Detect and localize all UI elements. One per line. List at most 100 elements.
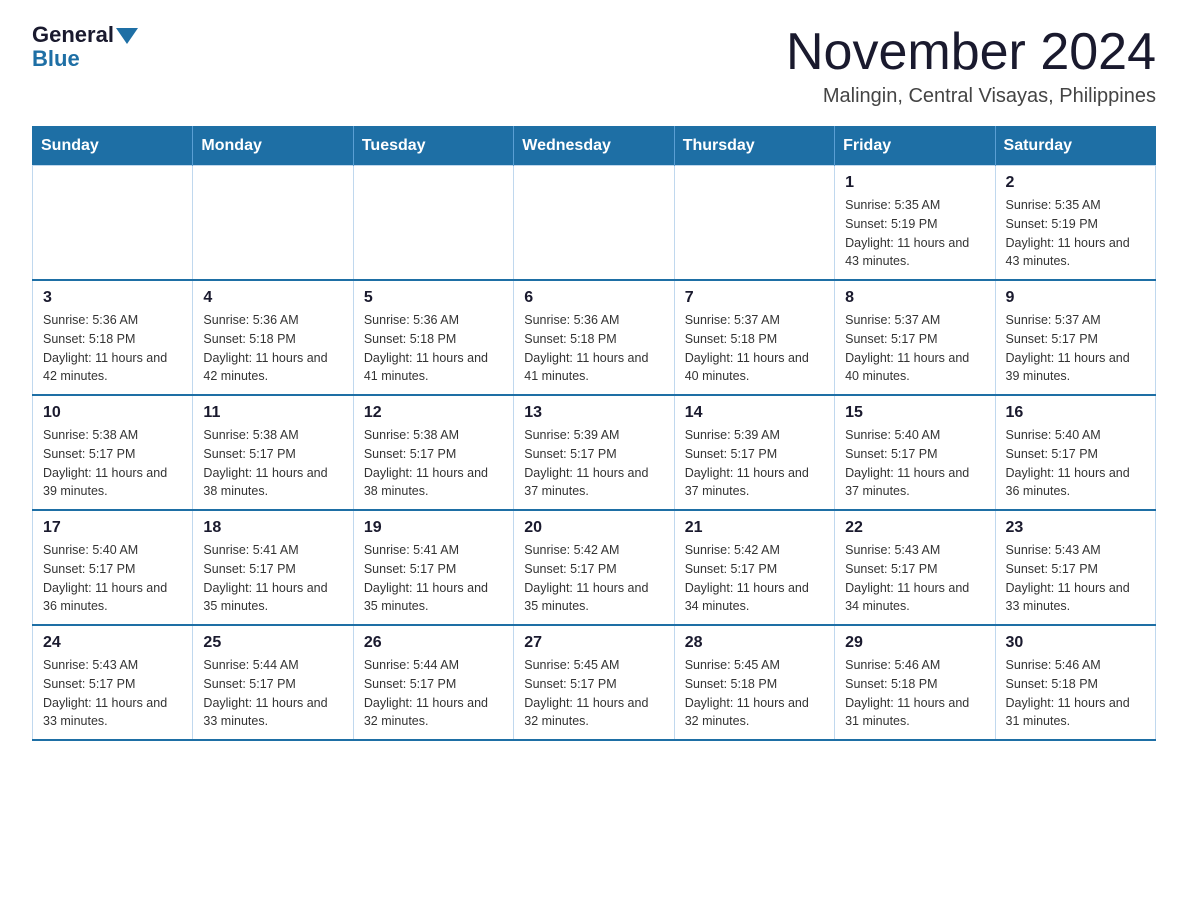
- calendar-cell: 4 Sunrise: 5:36 AMSunset: 5:18 PMDaylight…: [193, 280, 353, 395]
- day-number: 1: [845, 174, 984, 192]
- calendar-cell: 23 Sunrise: 5:43 AMSunset: 5:17 PMDayligh…: [995, 510, 1155, 625]
- day-of-week-header: Friday: [835, 127, 995, 166]
- calendar-cell: [353, 166, 513, 281]
- calendar-cell: 5 Sunrise: 5:36 AMSunset: 5:18 PMDaylight…: [353, 280, 513, 395]
- calendar-week-row: 17 Sunrise: 5:40 AMSunset: 5:17 PMDayligh…: [33, 510, 1156, 625]
- day-number: 22: [845, 519, 984, 537]
- calendar-cell: 25Sunrise: 5:44 AMSunset: 5:17 PMDayligh…: [193, 625, 353, 740]
- calendar-week-row: 1 Sunrise: 5:35 AMSunset: 5:19 PMDaylight…: [33, 166, 1156, 281]
- calendar-cell: 16 Sunrise: 5:40 AMSunset: 5:17 PMDayligh…: [995, 395, 1155, 510]
- calendar-cell: 6 Sunrise: 5:36 AMSunset: 5:18 PMDaylight…: [514, 280, 674, 395]
- calendar-cell: 18 Sunrise: 5:41 AMSunset: 5:17 PMDayligh…: [193, 510, 353, 625]
- calendar-cell: 28 Sunrise: 5:45 AMSunset: 5:18 PMDayligh…: [674, 625, 834, 740]
- day-info: Sunrise: 5:45 AMSunset: 5:18 PMDaylight:…: [685, 656, 824, 731]
- day-of-week-header: Wednesday: [514, 127, 674, 166]
- day-number: 28: [685, 634, 824, 652]
- day-info: Sunrise: 5:43 AMSunset: 5:17 PMDaylight:…: [845, 541, 984, 616]
- day-number: 5: [364, 289, 503, 307]
- logo-triangle-icon: [116, 28, 138, 44]
- day-info: Sunrise: 5:43 AMSunset: 5:17 PMDaylight:…: [1006, 541, 1145, 616]
- day-number: 18: [203, 519, 342, 537]
- day-of-week-header: Tuesday: [353, 127, 513, 166]
- day-info: Sunrise: 5:37 AMSunset: 5:17 PMDaylight:…: [845, 311, 984, 386]
- calendar-cell: 29Sunrise: 5:46 AMSunset: 5:18 PMDayligh…: [835, 625, 995, 740]
- calendar-week-row: 3 Sunrise: 5:36 AMSunset: 5:18 PMDaylight…: [33, 280, 1156, 395]
- day-info: Sunrise: 5:46 AMSunset: 5:18 PMDaylight:…: [1006, 656, 1145, 731]
- day-number: 21: [685, 519, 824, 537]
- calendar-cell: 1 Sunrise: 5:35 AMSunset: 5:19 PMDaylight…: [835, 166, 995, 281]
- day-number: 30: [1006, 634, 1145, 652]
- title-area: November 2024 Malingin, Central Visayas,…: [786, 24, 1156, 108]
- logo-general-text: General: [32, 24, 114, 46]
- calendar-cell: 10 Sunrise: 5:38 AMSunset: 5:17 PMDayligh…: [33, 395, 193, 510]
- day-number: 7: [685, 289, 824, 307]
- calendar-cell: 7 Sunrise: 5:37 AMSunset: 5:18 PMDaylight…: [674, 280, 834, 395]
- day-info: Sunrise: 5:46 AMSunset: 5:18 PMDaylight:…: [845, 656, 984, 731]
- calendar-cell: 22 Sunrise: 5:43 AMSunset: 5:17 PMDayligh…: [835, 510, 995, 625]
- calendar-cell: 24 Sunrise: 5:43 AMSunset: 5:17 PMDayligh…: [33, 625, 193, 740]
- day-of-week-header: Thursday: [674, 127, 834, 166]
- day-number: 16: [1006, 404, 1145, 422]
- day-number: 4: [203, 289, 342, 307]
- day-number: 12: [364, 404, 503, 422]
- day-info: Sunrise: 5:37 AMSunset: 5:17 PMDaylight:…: [1006, 311, 1145, 386]
- calendar-cell: 13Sunrise: 5:39 AMSunset: 5:17 PMDayligh…: [514, 395, 674, 510]
- calendar-cell: [193, 166, 353, 281]
- day-number: 8: [845, 289, 984, 307]
- day-number: 10: [43, 404, 182, 422]
- day-number: 6: [524, 289, 663, 307]
- calendar-cell: 11 Sunrise: 5:38 AMSunset: 5:17 PMDayligh…: [193, 395, 353, 510]
- calendar-cell: 17 Sunrise: 5:40 AMSunset: 5:17 PMDayligh…: [33, 510, 193, 625]
- day-info: Sunrise: 5:37 AMSunset: 5:18 PMDaylight:…: [685, 311, 824, 386]
- calendar-cell: 26Sunrise: 5:44 AMSunset: 5:17 PMDayligh…: [353, 625, 513, 740]
- day-number: 13: [524, 404, 663, 422]
- calendar-cell: 8 Sunrise: 5:37 AMSunset: 5:17 PMDaylight…: [835, 280, 995, 395]
- day-number: 27: [524, 634, 663, 652]
- calendar-cell: 9Sunrise: 5:37 AMSunset: 5:17 PMDaylight…: [995, 280, 1155, 395]
- day-of-week-header: Saturday: [995, 127, 1155, 166]
- day-number: 23: [1006, 519, 1145, 537]
- location-text: Malingin, Central Visayas, Philippines: [786, 85, 1156, 108]
- calendar-cell: 15Sunrise: 5:40 AMSunset: 5:17 PMDayligh…: [835, 395, 995, 510]
- calendar-table: SundayMondayTuesdayWednesdayThursdayFrid…: [32, 126, 1156, 741]
- calendar-cell: 27 Sunrise: 5:45 AMSunset: 5:17 PMDayligh…: [514, 625, 674, 740]
- day-info: Sunrise: 5:36 AMSunset: 5:18 PMDaylight:…: [364, 311, 503, 386]
- calendar-cell: 20 Sunrise: 5:42 AMSunset: 5:17 PMDayligh…: [514, 510, 674, 625]
- day-info: Sunrise: 5:42 AMSunset: 5:17 PMDaylight:…: [524, 541, 663, 616]
- day-info: Sunrise: 5:43 AMSunset: 5:17 PMDaylight:…: [43, 656, 182, 731]
- day-info: Sunrise: 5:40 AMSunset: 5:17 PMDaylight:…: [1006, 426, 1145, 501]
- day-number: 26: [364, 634, 503, 652]
- day-info: Sunrise: 5:35 AMSunset: 5:19 PMDaylight:…: [1006, 196, 1145, 271]
- day-info: Sunrise: 5:40 AMSunset: 5:17 PMDaylight:…: [845, 426, 984, 501]
- calendar-cell: 30 Sunrise: 5:46 AMSunset: 5:18 PMDayligh…: [995, 625, 1155, 740]
- calendar-cell: 21 Sunrise: 5:42 AMSunset: 5:17 PMDayligh…: [674, 510, 834, 625]
- calendar-week-row: 10 Sunrise: 5:38 AMSunset: 5:17 PMDayligh…: [33, 395, 1156, 510]
- page-header: General Blue November 2024 Malingin, Cen…: [32, 24, 1156, 108]
- day-number: 3: [43, 289, 182, 307]
- calendar-week-row: 24 Sunrise: 5:43 AMSunset: 5:17 PMDayligh…: [33, 625, 1156, 740]
- day-number: 11: [203, 404, 342, 422]
- day-number: 25: [203, 634, 342, 652]
- day-info: Sunrise: 5:42 AMSunset: 5:17 PMDaylight:…: [685, 541, 824, 616]
- day-number: 24: [43, 634, 182, 652]
- calendar-cell: 19Sunrise: 5:41 AMSunset: 5:17 PMDayligh…: [353, 510, 513, 625]
- day-number: 14: [685, 404, 824, 422]
- day-info: Sunrise: 5:45 AMSunset: 5:17 PMDaylight:…: [524, 656, 663, 731]
- day-info: Sunrise: 5:38 AMSunset: 5:17 PMDaylight:…: [203, 426, 342, 501]
- day-number: 2: [1006, 174, 1145, 192]
- day-info: Sunrise: 5:40 AMSunset: 5:17 PMDaylight:…: [43, 541, 182, 616]
- day-number: 19: [364, 519, 503, 537]
- day-number: 17: [43, 519, 182, 537]
- day-info: Sunrise: 5:35 AMSunset: 5:19 PMDaylight:…: [845, 196, 984, 271]
- day-info: Sunrise: 5:41 AMSunset: 5:17 PMDaylight:…: [203, 541, 342, 616]
- day-info: Sunrise: 5:36 AMSunset: 5:18 PMDaylight:…: [524, 311, 663, 386]
- day-info: Sunrise: 5:38 AMSunset: 5:17 PMDaylight:…: [43, 426, 182, 501]
- day-info: Sunrise: 5:36 AMSunset: 5:18 PMDaylight:…: [203, 311, 342, 386]
- calendar-cell: [514, 166, 674, 281]
- calendar-cell: 12 Sunrise: 5:38 AMSunset: 5:17 PMDayligh…: [353, 395, 513, 510]
- day-info: Sunrise: 5:38 AMSunset: 5:17 PMDaylight:…: [364, 426, 503, 501]
- day-number: 20: [524, 519, 663, 537]
- day-info: Sunrise: 5:39 AMSunset: 5:17 PMDaylight:…: [685, 426, 824, 501]
- logo-blue-text: Blue: [32, 46, 80, 71]
- calendar-header-row: SundayMondayTuesdayWednesdayThursdayFrid…: [33, 127, 1156, 166]
